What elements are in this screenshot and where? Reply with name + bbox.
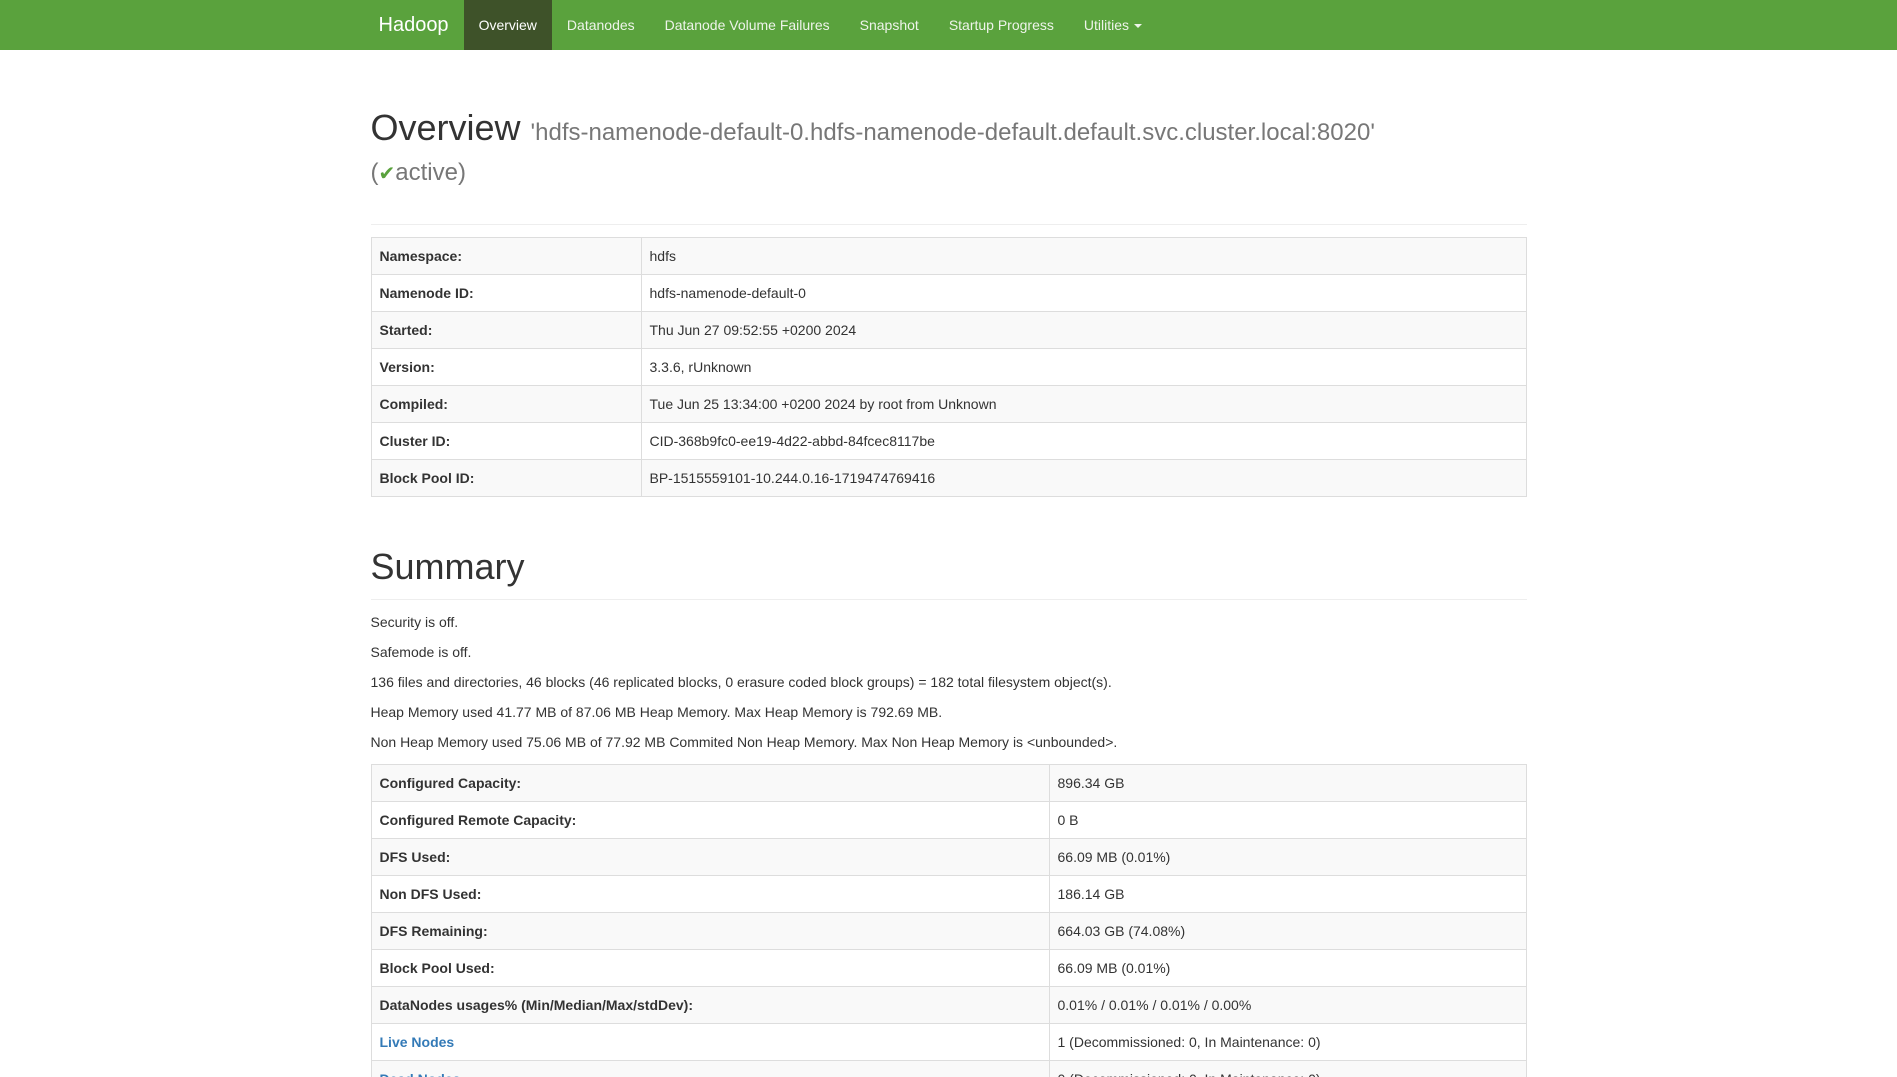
row-label: Compiled: xyxy=(371,386,641,423)
row-value: 896.34 GB xyxy=(1049,765,1526,802)
row-value: 66.09 MB (0.01%) xyxy=(1049,839,1526,876)
table-row-dfs-remaining: DFS Remaining: 664.03 GB (74.08%) xyxy=(371,913,1526,950)
navbar-container: Hadoop Overview Datanodes Datanode Volum… xyxy=(364,0,1534,50)
table-row-block-pool-used: Block Pool Used: 66.09 MB (0.01%) xyxy=(371,950,1526,987)
table-row-dead-nodes: Dead Nodes 0 (Decommissioned: 0, In Main… xyxy=(371,1061,1526,1077)
nav-tab-utilities-dropdown[interactable]: Utilities xyxy=(1069,0,1157,50)
summary-header: Summary xyxy=(371,547,1527,600)
top-navbar: Hadoop Overview Datanodes Datanode Volum… xyxy=(0,0,1897,50)
table-row-datanode-usages: DataNodes usages% (Min/Median/Max/stdDev… xyxy=(371,987,1526,1024)
row-value: 0.01% / 0.01% / 0.01% / 0.00% xyxy=(1049,987,1526,1024)
table-row-configured-capacity: Configured Capacity: 896.34 GB xyxy=(371,765,1526,802)
state-close-paren: ) xyxy=(458,159,466,186)
row-label: Block Pool Used: xyxy=(371,950,1049,987)
table-row-namespace: Namespace: hdfs xyxy=(371,238,1526,275)
row-value: 66.09 MB (0.01%) xyxy=(1049,950,1526,987)
table-row-non-dfs-used: Non DFS Used: 186.14 GB xyxy=(371,876,1526,913)
overview-header: Overview 'hdfs-namenode-default-0.hdfs-n… xyxy=(371,108,1527,225)
namenode-info-table: Namespace: hdfs Namenode ID: hdfs-nameno… xyxy=(371,237,1527,497)
table-row-cluster-id: Cluster ID: CID-368b9fc0-ee19-4d22-abbd-… xyxy=(371,423,1526,460)
dead-nodes-link[interactable]: Dead Nodes xyxy=(380,1071,461,1077)
live-nodes-link[interactable]: Live Nodes xyxy=(380,1034,455,1050)
row-value: BP-1515559101-10.244.0.16-1719474769416 xyxy=(641,460,1526,497)
state-word: active xyxy=(395,159,458,186)
row-label: Started: xyxy=(371,312,641,349)
row-label: Namenode ID: xyxy=(371,275,641,312)
summary-title: Summary xyxy=(371,547,1527,587)
safemode-status-text: Safemode is off. xyxy=(371,642,1527,662)
table-row-configured-remote-capacity: Configured Remote Capacity: 0 B xyxy=(371,802,1526,839)
row-value: 1 (Decommissioned: 0, In Maintenance: 0) xyxy=(1049,1024,1526,1061)
row-label: Namespace: xyxy=(371,238,641,275)
navbar-tabs: Overview Datanodes Datanode Volume Failu… xyxy=(464,0,1157,50)
caret-down-icon xyxy=(1134,24,1142,28)
summary-table: Configured Capacity: 896.34 GB Configure… xyxy=(371,764,1527,1077)
table-row-namenode-id: Namenode ID: hdfs-namenode-default-0 xyxy=(371,275,1526,312)
table-row-started: Started: Thu Jun 27 09:52:55 +0200 2024 xyxy=(371,312,1526,349)
table-row-version: Version: 3.3.6, rUnknown xyxy=(371,349,1526,386)
row-value: 0 B xyxy=(1049,802,1526,839)
row-label: Configured Capacity: xyxy=(371,765,1049,802)
check-icon: ✔ xyxy=(379,163,396,185)
row-label: Dead Nodes xyxy=(371,1061,1049,1077)
table-row-live-nodes: Live Nodes 1 (Decommissioned: 0, In Main… xyxy=(371,1024,1526,1061)
row-label: DFS Used: xyxy=(371,839,1049,876)
overview-title-text: Overview xyxy=(371,107,521,148)
nav-tab-datanodes[interactable]: Datanodes xyxy=(552,0,650,50)
row-label: Configured Remote Capacity: xyxy=(371,802,1049,839)
non-heap-memory-text: Non Heap Memory used 75.06 MB of 77.92 M… xyxy=(371,732,1527,752)
row-label: Cluster ID: xyxy=(371,423,641,460)
heap-memory-text: Heap Memory used 41.77 MB of 87.06 MB He… xyxy=(371,702,1527,722)
page-title: Overview 'hdfs-namenode-default-0.hdfs-n… xyxy=(371,108,1527,194)
row-label: Version: xyxy=(371,349,641,386)
row-value: CID-368b9fc0-ee19-4d22-abbd-84fcec8117be xyxy=(641,423,1526,460)
row-label: Non DFS Used: xyxy=(371,876,1049,913)
filesystem-objects-text: 136 files and directories, 46 blocks (46… xyxy=(371,672,1527,692)
row-value: hdfs-namenode-default-0 xyxy=(641,275,1526,312)
row-value: 186.14 GB xyxy=(1049,876,1526,913)
row-label: Block Pool ID: xyxy=(371,460,641,497)
row-value: 0 (Decommissioned: 0, In Maintenance: 0) xyxy=(1049,1061,1526,1077)
row-label: DFS Remaining: xyxy=(371,913,1049,950)
nav-tab-snapshot[interactable]: Snapshot xyxy=(845,0,934,50)
namenode-address: 'hdfs-namenode-default-0.hdfs-namenode-d… xyxy=(531,119,1375,146)
namenode-state: (✔active) xyxy=(371,153,1527,194)
table-row-dfs-used: DFS Used: 66.09 MB (0.01%) xyxy=(371,839,1526,876)
utilities-label: Utilities xyxy=(1084,17,1129,33)
table-row-block-pool-id: Block Pool ID: BP-1515559101-10.244.0.16… xyxy=(371,460,1526,497)
nav-tab-startup-progress[interactable]: Startup Progress xyxy=(934,0,1069,50)
row-value: 664.03 GB (74.08%) xyxy=(1049,913,1526,950)
main-content: Overview 'hdfs-namenode-default-0.hdfs-n… xyxy=(371,108,1527,1077)
row-value: Thu Jun 27 09:52:55 +0200 2024 xyxy=(641,312,1526,349)
nav-tab-datanode-volume-failures[interactable]: Datanode Volume Failures xyxy=(650,0,845,50)
state-open-paren: ( xyxy=(371,159,379,186)
row-value: hdfs xyxy=(641,238,1526,275)
row-label: Live Nodes xyxy=(371,1024,1049,1061)
nav-tab-overview[interactable]: Overview xyxy=(464,0,552,50)
row-value: 3.3.6, rUnknown xyxy=(641,349,1526,386)
table-row-compiled: Compiled: Tue Jun 25 13:34:00 +0200 2024… xyxy=(371,386,1526,423)
row-label: DataNodes usages% (Min/Median/Max/stdDev… xyxy=(371,987,1049,1024)
hadoop-brand[interactable]: Hadoop xyxy=(364,0,464,50)
row-value: Tue Jun 25 13:34:00 +0200 2024 by root f… xyxy=(641,386,1526,423)
security-status-text: Security is off. xyxy=(371,612,1527,632)
